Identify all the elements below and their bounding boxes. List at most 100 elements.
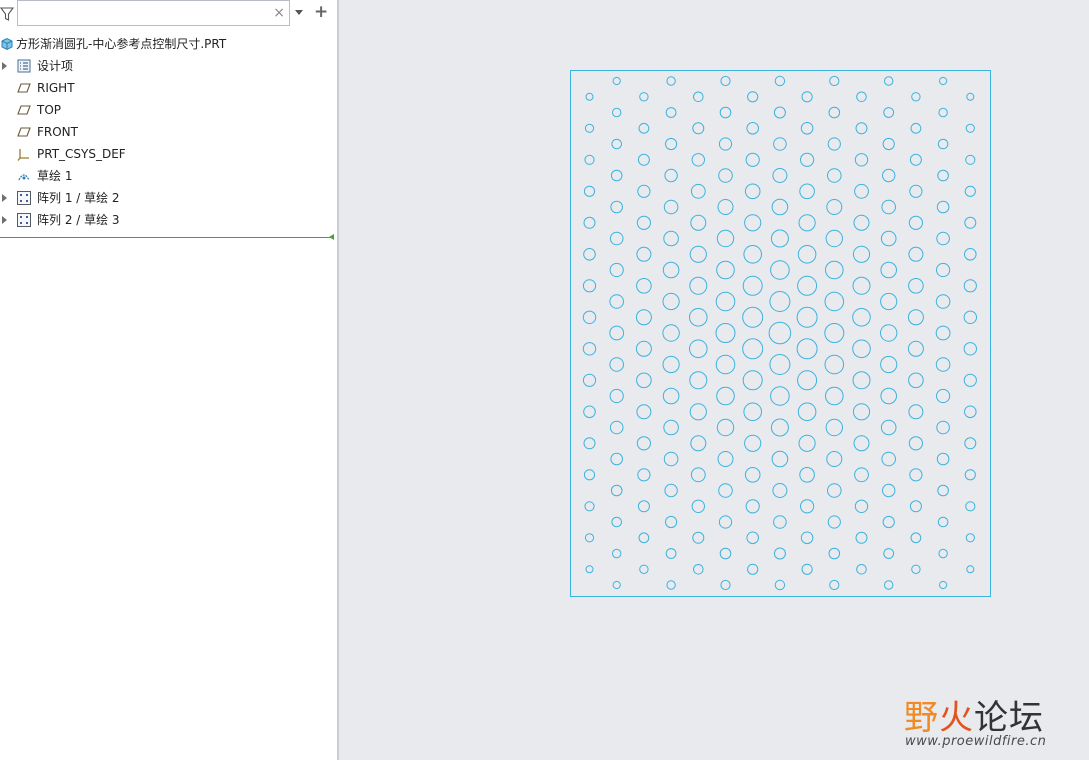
hole-circle xyxy=(824,354,845,375)
expand-arrow-icon[interactable] xyxy=(2,216,7,224)
hole-circle xyxy=(690,435,707,452)
hole-circle xyxy=(827,137,841,151)
filter-icon[interactable] xyxy=(0,6,14,22)
chevron-down-icon[interactable] xyxy=(295,10,303,15)
hole-circle xyxy=(774,75,786,87)
hole-circle xyxy=(939,580,948,590)
watermark-url: www.proewildfire.cn xyxy=(905,734,1047,749)
hole-circle xyxy=(855,531,868,544)
hole-circle xyxy=(882,168,896,183)
hole-circle xyxy=(800,531,814,545)
hole-circle xyxy=(856,564,867,575)
hole-circle xyxy=(583,437,596,450)
hole-circle xyxy=(825,260,844,280)
insert-indicator-arrow-icon[interactable] xyxy=(329,234,334,240)
hole-circle xyxy=(828,547,841,560)
hole-circle xyxy=(773,137,787,151)
hole-circle xyxy=(689,245,707,263)
hole-circle xyxy=(880,355,898,374)
expand-arrow-icon[interactable] xyxy=(2,62,7,70)
hole-circle xyxy=(639,564,649,574)
tree-item-sketch-1[interactable]: 草绘 1 xyxy=(0,165,337,187)
add-icon[interactable]: + xyxy=(314,3,328,21)
hole-circle xyxy=(935,325,951,341)
hole-circle xyxy=(584,154,595,165)
hole-circle xyxy=(585,92,594,101)
hole-circle xyxy=(742,370,763,391)
hole-circle xyxy=(609,231,624,246)
hole-circle xyxy=(966,565,975,574)
hole-circle xyxy=(880,292,898,311)
hole-circle xyxy=(910,532,922,544)
graphics-window[interactable] xyxy=(341,0,1089,760)
hole-circle xyxy=(883,548,895,559)
expand-arrow-icon[interactable] xyxy=(2,194,7,202)
hole-circle xyxy=(882,515,895,529)
hole-circle xyxy=(964,248,977,261)
hole-circle xyxy=(716,229,735,248)
tree-item-design-items[interactable]: 设计项 xyxy=(0,55,337,77)
hole-circle xyxy=(638,122,650,134)
tree-root-part[interactable]: 方形渐消圆孔-中心参考点控制尺寸.PRT xyxy=(0,33,337,55)
hole-circle xyxy=(584,501,595,512)
hole-circle xyxy=(719,106,732,119)
hole-circle xyxy=(769,354,791,375)
hole-circle xyxy=(744,467,761,483)
hole-circle xyxy=(718,483,733,498)
tree-item-pattern-2[interactable]: 阵列 2 / 草绘 3 xyxy=(0,209,337,231)
hole-circle xyxy=(639,92,649,102)
hole-circle xyxy=(583,216,596,229)
hole-circle xyxy=(796,338,818,360)
hole-circle xyxy=(852,245,871,263)
hole-circle xyxy=(800,122,814,135)
hole-circle xyxy=(637,500,650,513)
hole-circle xyxy=(662,261,680,279)
hole-circle xyxy=(609,262,624,278)
hole-circle xyxy=(773,547,786,560)
hole-circle xyxy=(715,291,736,312)
clear-icon[interactable]: × xyxy=(273,5,285,21)
plate-outline xyxy=(570,70,991,597)
hole-circle xyxy=(771,198,789,216)
hole-circle xyxy=(798,214,816,232)
search-input[interactable] xyxy=(22,4,266,24)
hole-circle xyxy=(665,515,678,529)
hole-circle xyxy=(938,548,948,559)
hole-circle xyxy=(936,231,950,246)
hole-circle xyxy=(715,354,736,375)
hole-circle xyxy=(743,402,763,422)
hole-circle xyxy=(908,436,924,451)
hole-circle xyxy=(662,387,680,405)
hole-circle xyxy=(689,276,708,295)
datum-plane-icon xyxy=(17,127,31,137)
hole-circle xyxy=(796,306,818,328)
tree-item-csys[interactable]: PRT_CSYS_DEF xyxy=(0,143,337,165)
hole-circle xyxy=(691,153,705,167)
hole-circle xyxy=(719,547,732,560)
hole-circle xyxy=(907,340,924,357)
hole-circle xyxy=(663,199,679,215)
sketch-icon xyxy=(18,174,30,181)
hole-circle xyxy=(583,469,596,481)
tree-item-label: RIGHT xyxy=(37,81,75,95)
hole-circle xyxy=(854,467,869,483)
hole-circle xyxy=(609,357,625,372)
coordinate-system-icon xyxy=(17,149,29,161)
hole-circle xyxy=(637,153,650,166)
hole-circle xyxy=(583,185,596,197)
insert-indicator-line[interactable] xyxy=(0,237,333,238)
hole-circle xyxy=(663,451,679,467)
tree-item-right[interactable]: RIGHT xyxy=(0,77,337,99)
hole-circle xyxy=(663,230,679,247)
tree-item-pattern-1[interactable]: 阵列 1 / 草绘 2 xyxy=(0,187,337,209)
hole-circle xyxy=(829,579,840,591)
hole-circle xyxy=(716,260,735,280)
hole-circle xyxy=(883,107,895,118)
hole-circle xyxy=(773,515,787,529)
hole-circle xyxy=(609,294,625,309)
tree-item-top[interactable]: TOP xyxy=(0,99,337,121)
hole-circle xyxy=(770,229,789,248)
tree-item-front[interactable]: FRONT xyxy=(0,121,337,143)
hole-circle xyxy=(742,338,764,360)
hole-circle xyxy=(964,216,977,229)
